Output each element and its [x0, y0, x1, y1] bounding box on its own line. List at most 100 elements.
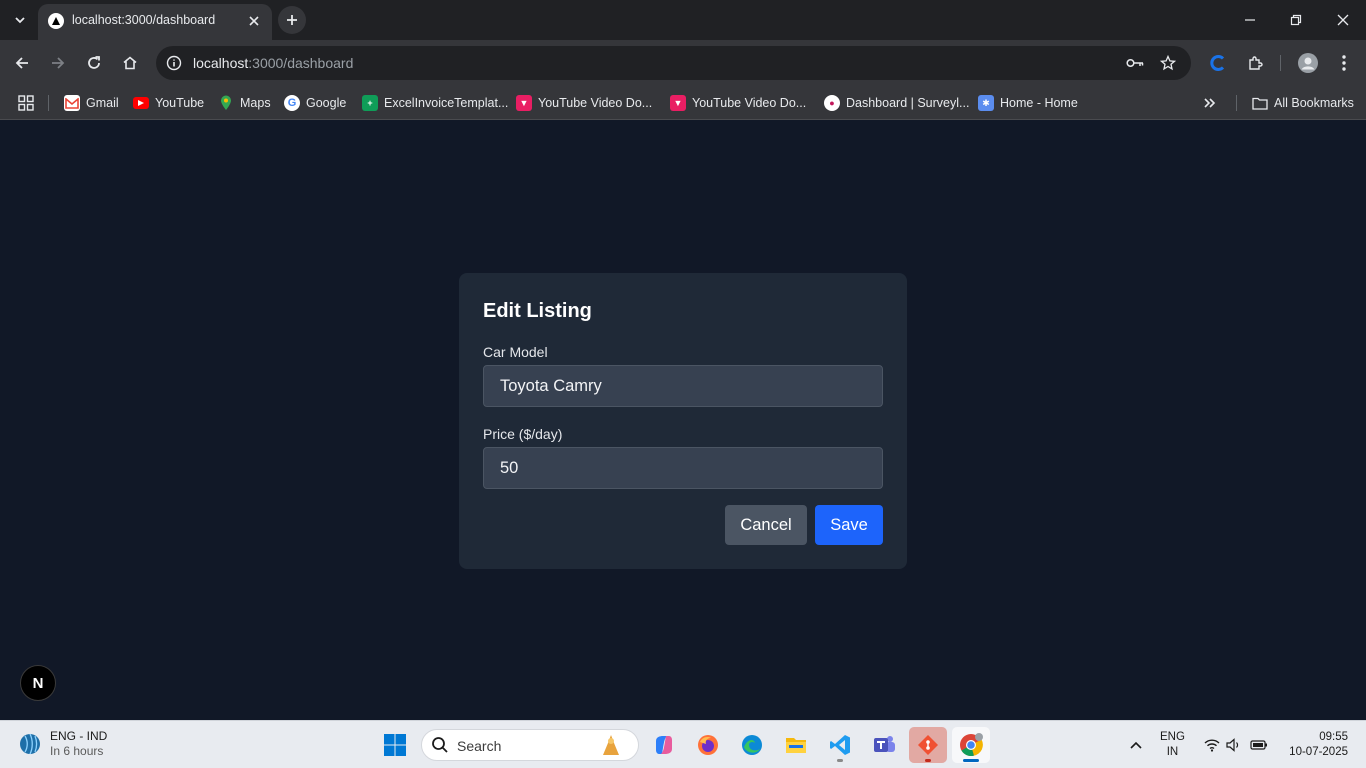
video-downloader-icon: ▼: [516, 95, 532, 111]
volume-icon[interactable]: [1225, 736, 1243, 754]
new-tab-plus-icon[interactable]: [278, 6, 306, 34]
url-text: localhost:3000/dashboard: [193, 55, 353, 71]
search-placeholder: Search: [457, 738, 502, 754]
running-indicator: [925, 759, 931, 762]
bookmark-youtube-video-downloader-1[interactable]: ▼ YouTube Video Do...: [516, 93, 652, 113]
address-bar[interactable]: localhost:3000/dashboard: [156, 46, 1191, 80]
weather-title: ENG - IND: [50, 729, 108, 743]
bookmark-star-icon[interactable]: [1158, 53, 1178, 73]
video-downloader-icon: ▼: [670, 95, 686, 111]
search-highlight-icon: [603, 735, 619, 755]
tab-strip: localhost:3000/dashboard: [0, 0, 1366, 40]
bookmark-label: Home - Home: [1000, 96, 1078, 110]
google-icon: G: [284, 95, 300, 111]
browser-tab[interactable]: localhost:3000/dashboard: [38, 4, 272, 40]
asterisk-icon: ✱: [978, 95, 994, 111]
bookmark-excel-invoice[interactable]: + ExcelInvoiceTemplat...: [362, 93, 508, 113]
bookmark-label: Google: [306, 96, 347, 110]
input-region: IN: [1166, 746, 1179, 758]
maps-icon: [218, 95, 234, 111]
restore-icon[interactable]: [1284, 8, 1308, 32]
bookmarks-bar: Gmail YouTube Maps G Google + ExcelInvoi…: [0, 86, 1366, 120]
browser-toolbar: localhost:3000/dashboard: [0, 40, 1366, 86]
bookmark-label: ExcelInvoiceTemplat...: [384, 96, 509, 110]
edit-listing-dialog: Edit Listing Car Model Price ($/day) Can…: [459, 273, 907, 569]
bookmarks-divider: [48, 95, 49, 111]
minimize-icon[interactable]: [1238, 8, 1262, 32]
system-clock[interactable]: 09:55 10-07-2025: [1289, 730, 1348, 760]
url-path: :3000/dashboard: [248, 55, 354, 71]
file-explorer-icon[interactable]: [777, 727, 815, 763]
edge-icon[interactable]: [733, 727, 771, 763]
car-model-input[interactable]: [483, 365, 883, 407]
tray-overflow-chevron-icon[interactable]: [1127, 736, 1145, 754]
bookmark-youtube-video-downloader-2[interactable]: ▼ YouTube Video Do...: [670, 93, 806, 113]
tab-title: localhost:3000/dashboard: [72, 13, 216, 27]
bookmark-label: Dashboard | Surveyl...: [846, 96, 970, 110]
tab-search-chevron-icon[interactable]: [8, 8, 32, 32]
extensions-puzzle-icon[interactable]: [1243, 51, 1267, 75]
bookmark-google[interactable]: G Google: [284, 93, 346, 113]
bookmark-label: YouTube Video Do...: [692, 96, 807, 110]
toolbar-divider: [1280, 55, 1281, 71]
weather-widget[interactable]: ENG - IND In 6 hours: [18, 729, 107, 759]
bookmark-label: YouTube Video Do...: [538, 96, 653, 110]
dialog-title: Edit Listing: [483, 300, 592, 322]
car-model-label: Car Model: [483, 344, 548, 360]
bookmark-surveylegend-dashboard[interactable]: ● Dashboard | Surveyl...: [824, 93, 969, 113]
profile-avatar-icon[interactable]: [1296, 51, 1320, 75]
save-button[interactable]: Save: [815, 505, 883, 545]
gmail-icon: [64, 95, 80, 111]
bookmark-home[interactable]: ✱ Home - Home: [978, 93, 1078, 113]
folder-icon: [1252, 95, 1268, 111]
home-icon[interactable]: [118, 51, 142, 75]
surveylegend-icon: ●: [824, 95, 840, 111]
reload-icon[interactable]: [82, 51, 106, 75]
battery-icon[interactable]: [1250, 736, 1268, 754]
copilot-icon[interactable]: [645, 727, 683, 763]
window-close-icon[interactable]: [1331, 8, 1355, 32]
wifi-icon[interactable]: [1203, 736, 1221, 754]
extension-c-icon[interactable]: [1206, 51, 1230, 75]
teams-icon[interactable]: [865, 727, 903, 763]
weather-subtitle: In 6 hours: [50, 744, 104, 758]
firefox-icon[interactable]: [689, 727, 727, 763]
bookmark-youtube[interactable]: YouTube: [133, 93, 204, 113]
forward-arrow-icon[interactable]: [46, 51, 70, 75]
dashboard-page: Edit Listing Car Model Price ($/day) Can…: [0, 121, 1366, 720]
site-info-icon[interactable]: [164, 53, 184, 73]
chrome-icon[interactable]: [952, 727, 990, 763]
more-menu-icon[interactable]: [1332, 51, 1356, 75]
bookmark-maps[interactable]: Maps: [218, 93, 271, 113]
bookmark-label: YouTube: [155, 96, 205, 110]
search-icon: [432, 737, 448, 753]
clock-time: 09:55: [1319, 731, 1348, 743]
more-bookmarks-chevron-icon[interactable]: [1203, 93, 1217, 113]
price-label: Price ($/day): [483, 426, 563, 442]
input-language-indicator[interactable]: ENG IN: [1160, 730, 1185, 760]
bookmark-gmail[interactable]: Gmail: [64, 93, 119, 113]
input-language: ENG: [1160, 731, 1185, 743]
all-bookmarks-label: All Bookmarks: [1274, 96, 1354, 110]
active-app-indicator: [963, 759, 979, 762]
cricket-ball-icon: [20, 733, 40, 755]
cancel-button[interactable]: Cancel: [725, 505, 807, 545]
running-indicator: [837, 759, 843, 762]
vscode-icon[interactable]: [821, 727, 859, 763]
taskbar-search-box[interactable]: Search: [421, 729, 639, 761]
clock-date: 10-07-2025: [1289, 746, 1348, 758]
url-host: localhost: [193, 55, 249, 71]
bookmark-label: Gmail: [86, 96, 119, 110]
windows-start-icon[interactable]: [376, 727, 414, 763]
back-arrow-icon[interactable]: [10, 51, 34, 75]
youtube-icon: [133, 97, 149, 109]
sheets-icon: +: [362, 95, 378, 111]
all-bookmarks-folder[interactable]: All Bookmarks: [1252, 93, 1354, 113]
windows-taskbar: ENG - IND In 6 hours Search ENG IN 09:55…: [0, 720, 1366, 768]
tab-close-icon[interactable]: [244, 11, 264, 31]
apps-grid-icon[interactable]: [18, 93, 34, 113]
password-key-icon[interactable]: [1125, 53, 1145, 73]
nextjs-dev-indicator[interactable]: N: [20, 665, 56, 701]
git-icon[interactable]: [909, 727, 947, 763]
price-input[interactable]: [483, 447, 883, 489]
